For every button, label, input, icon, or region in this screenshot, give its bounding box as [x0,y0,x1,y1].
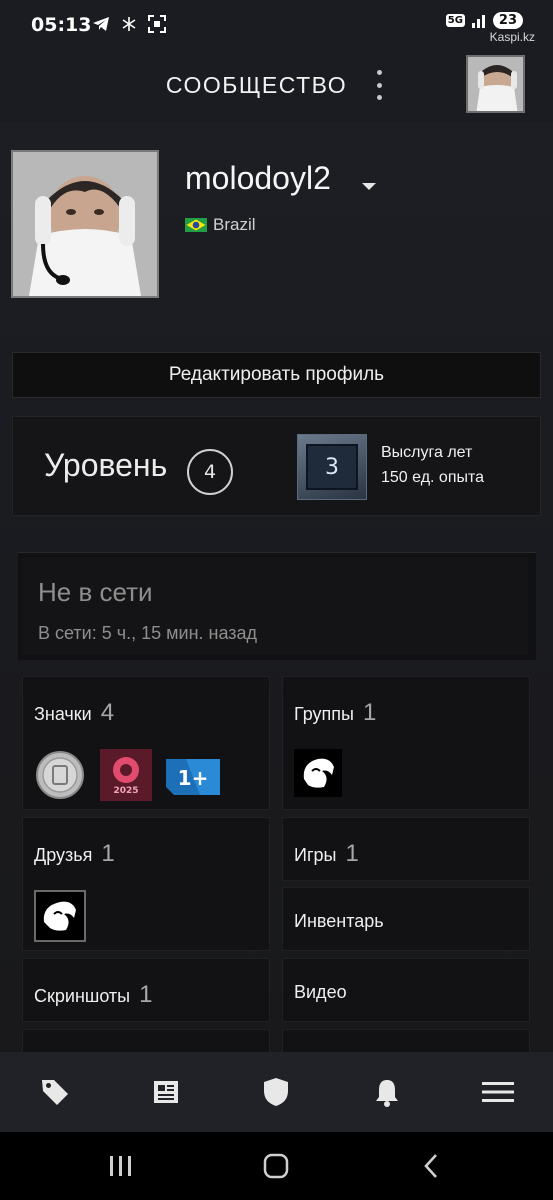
home-icon[interactable] [263,1153,289,1183]
tile-friends[interactable]: Друзья 1 [22,817,270,951]
header-avatar[interactable] [466,55,525,113]
tile-groups-label: Группы 1 [294,699,376,727]
friend-avatar[interactable] [34,890,86,942]
chevron-down-icon[interactable] [362,183,376,190]
badges-label: Значки [34,704,92,724]
status-bar: 05:13 5G 23 Kaspi.kz [0,0,553,52]
tile-screenshots-label: Скриншоты 1 [34,981,152,1009]
badges-count: 4 [100,699,115,726]
level-label: Уровень [44,447,168,483]
bottom-navigation [0,1052,553,1132]
tile-friends-label: Друзья 1 [34,840,115,868]
games-count: 1 [345,840,359,867]
telegram-icon [93,17,109,31]
tile-games-label: Игры 1 [294,840,359,868]
badge-icons-row: 2025 1+ [34,749,220,801]
kebab-menu-icon[interactable] [372,70,386,100]
store-tag-icon[interactable] [25,1062,85,1122]
system-navigation-bar [0,1132,553,1200]
tile-games[interactable]: Игры 1 [282,817,530,881]
tile-badges[interactable]: Значки 4 2025 1+ [22,676,270,810]
network-badge: 5G [445,14,465,27]
app-header: СООБЩЕСТВО [0,52,553,122]
guard-shield-icon[interactable] [246,1062,306,1122]
badge-level-value: 3 [306,444,358,490]
level-value: 4 [187,449,233,495]
groups-label: Группы [294,704,354,724]
status-right: 5G 23 [445,12,523,29]
edit-profile-button[interactable]: Редактировать профиль [12,352,541,398]
brazil-flag-icon [185,218,207,232]
friends-label: Друзья [34,845,93,865]
inventory-label: Инвентарь [294,911,384,931]
page-title: СООБЩЕСТВО [165,72,348,98]
tile-groups[interactable]: Группы 1 [282,676,530,810]
tile-inventory[interactable]: Инвентарь [282,887,530,951]
country-label: Brazil [213,215,256,234]
online-status-card: Не в сети В сети: 5 ч., 15 мин. назад [18,552,536,660]
snowflake-icon [122,17,136,31]
steam-2025-badge-icon[interactable]: 2025 [100,749,152,801]
panther-group-icon[interactable] [294,749,342,797]
groups-count: 1 [362,699,377,726]
coin-badge-icon[interactable] [34,749,86,801]
screenshots-count: 1 [139,981,153,1008]
badge-title: Выслуга лет [381,444,473,461]
years-of-service-badge-icon: 3 [297,434,367,500]
notifications-bell-icon[interactable] [357,1062,417,1122]
status-icons [92,15,166,33]
news-icon[interactable] [136,1062,196,1122]
watermark: Kaspi.kz [489,30,535,44]
profile-country: Brazil [185,215,256,235]
steam-2025-label: 2025 [113,786,138,796]
screenshot-icon [148,15,166,33]
back-icon[interactable] [421,1152,441,1184]
status-panel: Не в сети В сети: 5 ч., 15 мин. назад [22,557,528,655]
signal-icon [471,14,485,28]
years-of-service-badge-icon[interactable]: 1+ [166,755,220,795]
last-online: В сети: 5 ч., 15 мин. назад [38,623,258,643]
battery-level: 23 [492,12,523,29]
tile-screenshots[interactable]: Скриншоты 1 [22,958,270,1022]
service-badge-label: 1+ [178,766,209,790]
screenshots-label: Скриншоты [34,986,131,1006]
videos-label: Видео [294,982,347,1002]
group-icons-row [294,749,342,797]
friends-count: 1 [101,840,115,867]
games-label: Игры [294,845,337,865]
profile-username[interactable]: molodoyl2 [185,160,331,197]
tile-videos[interactable]: Видео [282,958,530,1022]
friend-icons-row [34,890,86,942]
recent-apps-icon[interactable] [108,1154,134,1182]
level-card[interactable]: Уровень 4 3 Выслуга лет 150 ед. опыта [12,416,541,516]
status-title: Не в сети [38,577,153,607]
status-time: 05:13 [31,14,92,36]
hamburger-menu-icon[interactable] [468,1062,528,1122]
tile-badges-label: Значки 4 [34,699,114,727]
badge-xp: 150 ед. опыта [381,469,485,486]
profile-avatar[interactable] [11,150,159,298]
